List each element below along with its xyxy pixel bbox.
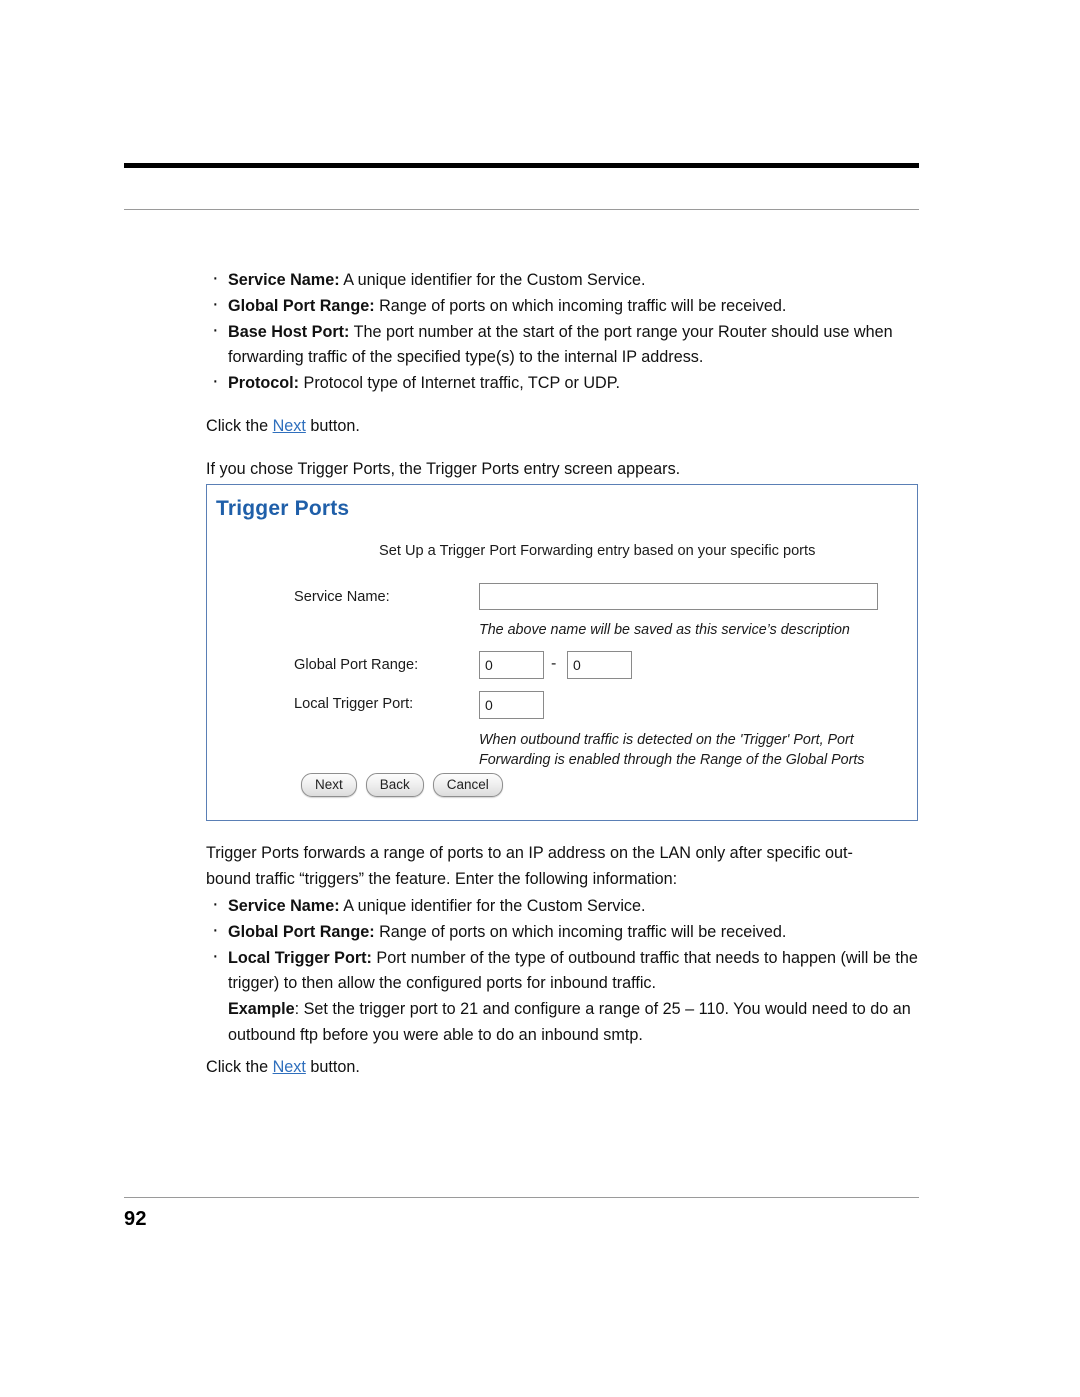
figure-title: Trigger Ports [216,497,350,520]
document-page: Service Name: A unique identifier for th… [0,0,1080,1397]
description-line-2: bound traffic “triggers” the feature. En… [206,869,678,888]
figure-button-row: Next Back Cancel [301,773,503,797]
example-text: : Set the trigger port to 21 and configu… [228,1000,911,1044]
next-link[interactable]: Next [273,417,306,435]
bullet-text: A unique identifier for the Custom Servi… [339,271,646,289]
list-item: Global Port Range: Range of ports on whi… [206,292,918,320]
top-bullet-list: Service Name: A unique identifier for th… [206,266,918,397]
bullet-term: Base Host Port: [228,322,350,341]
paragraph: Click the Next button. [206,414,918,440]
bottom-click-next-paragraph: Click the Next button. [206,1055,918,1081]
bullet-text: A unique identifier for the Custom Servi… [339,897,646,915]
trigger-note-line-2: Forwarding is enabled through the Range … [479,752,865,768]
top-click-next-paragraph: Click the Next button. [206,414,918,440]
bullet-term: Global Port Range: [228,296,375,315]
click-suffix: button. [305,1058,360,1076]
trigger-ports-screenshot: Trigger Ports Set Up a Trigger Port Forw… [206,484,918,821]
next-button[interactable]: Next [301,773,357,797]
paragraph: If you chose Trigger Ports, the Trigger … [206,460,681,478]
paragraph: Trigger Ports forwards a range of ports … [206,841,918,893]
local-trigger-port-label: Local Trigger Port: [294,696,414,712]
footer-rule [124,1197,919,1198]
next-link[interactable]: Next [273,1058,306,1076]
page-number: 92 [124,1208,147,1230]
list-item: Base Host Port: The port number at the s… [206,318,918,372]
global-port-range-label: Global Port Range: [294,657,419,673]
service-name-label: Service Name: [294,589,390,605]
bullet-term: Service Name: [228,897,340,915]
service-name-input[interactable] [479,583,878,610]
bullet-term: Protocol: [228,374,300,393]
list-item: Service Name: A unique identifier for th… [206,892,918,920]
bullet-term: Service Name: [228,271,340,289]
local-trigger-port-input[interactable] [479,691,544,719]
paragraph: Click the Next button. [206,1055,918,1081]
trigger-note-line-1: When outbound traffic is detected on the… [479,732,854,748]
bullet-text: Range of ports on which incoming traffic… [374,922,787,941]
global-port-end-input[interactable] [567,651,632,679]
range-separator: - [551,655,557,672]
list-item: Protocol: Protocol type of Internet traf… [206,369,918,397]
bullet-text: Range of ports on which incoming traffic… [374,296,787,315]
trigger-port-note: When outbound traffic is detected on the… [479,730,909,770]
bullet-text: Protocol type of Internet traffic, TCP o… [299,374,620,393]
click-prefix: Click the [206,1058,273,1076]
example-term: Example [228,1000,295,1019]
global-port-start-input[interactable] [479,651,544,679]
list-item: Service Name: A unique identifier for th… [206,266,918,294]
list-item: Global Port Range: Range of ports on whi… [206,918,918,946]
header-rule-thin [124,209,919,210]
trigger-ports-description-paragraph: Trigger Ports forwards a range of ports … [206,841,918,893]
click-prefix: Click the [206,417,273,435]
header-rule-thick [124,163,919,168]
cancel-button[interactable]: Cancel [432,773,503,797]
bottom-bullet-list: Service Name: A unique identifier for th… [206,892,918,1049]
trigger-ports-intro-paragraph: If you chose Trigger Ports, the Trigger … [206,457,918,483]
description-line-1: Trigger Ports forwards a range of ports … [206,844,853,862]
click-suffix: button. [305,417,360,435]
bullet-term: Global Port Range: [228,922,375,941]
service-name-note: The above name will be saved as this ser… [479,622,850,638]
bullet-term: Local Trigger Port: [228,948,372,967]
top-bullet-list-container: Service Name: A unique identifier for th… [206,266,918,397]
bottom-bullet-list-container: Service Name: A unique identifier for th… [206,892,918,1049]
figure-subtitle: Set Up a Trigger Port Forwarding entry b… [379,543,816,559]
back-button[interactable]: Back [365,773,424,797]
list-item: Local Trigger Port: Port number of the t… [206,944,918,1049]
